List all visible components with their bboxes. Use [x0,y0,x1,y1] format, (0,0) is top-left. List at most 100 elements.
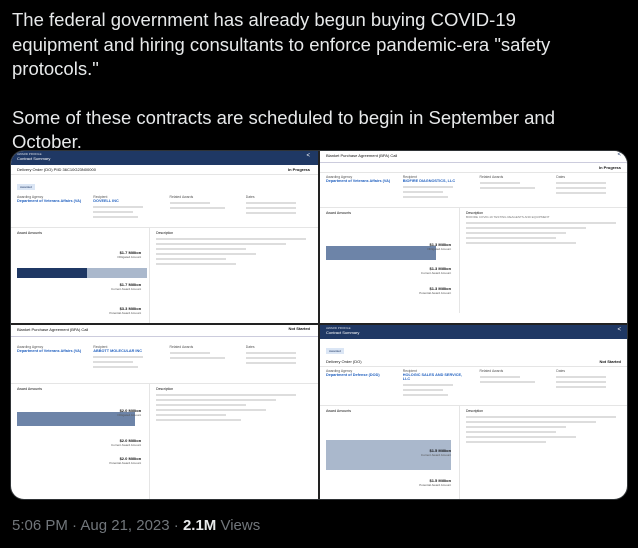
potential-label: Potential Award Amount [419,483,452,487]
related-lines [169,352,236,359]
award-details-row: Awarding Agency Department of Veterans A… [11,343,318,373]
obligated-label: Obligated Amount [117,413,142,417]
related-awards-label: Related Awards [479,369,504,373]
recipient-link[interactable]: DOVEELL INC [93,199,159,203]
current-label: Current Award Amount [111,287,142,291]
award-amounts-label: Award Amounts [326,211,352,215]
tweet-paragraph-2: Some of these contracts are scheduled to… [12,106,556,153]
current-label: Current Award Amount [420,453,452,457]
agency-link[interactable]: Department of Defense (DOD) [326,373,393,377]
dates-label: Dates [245,345,255,349]
award-order: Delivery Order (DO) PIID 36C10G23N00000 [17,167,96,172]
obligated-label: Obligated Amount [117,255,142,259]
potential-label: Potential Award Amount [109,461,142,465]
date-lines [245,352,312,364]
award-details-row: Awarding Agency Department of Veterans A… [11,193,318,223]
agency-link[interactable]: Department of Veterans Affairs (VA) [17,349,83,353]
potential-label: Potential Award Amount [419,291,452,295]
views-label: Views [216,517,261,534]
header-subtitle: AWARD PROFILE [326,326,351,330]
share-icon: < [306,153,310,159]
view-count: 2.1M [182,517,217,534]
potential-amount: $1.5 Million Potential Award Amount [419,478,451,487]
current-amount: $1.3 Million Current Award Amount [421,266,451,275]
dates-label: Dates [556,175,566,179]
description-section: Description [149,384,318,499]
panel-header: Blanket Purchase Agreement (BPA) Call No… [11,325,318,337]
award-details-row: Awarding Agency Department of Defense (D… [320,367,627,401]
amounts-section: Award Amounts $2.0 Million Obligated Amou… [11,383,318,499]
media-panel-bottom-left[interactable]: Blanket Purchase Agreement (BPA) Call No… [11,325,318,499]
award-amounts: Award Amounts $1.7 Million Obligated Amou… [11,228,149,323]
status-bar: In Progress [320,163,627,173]
potential-amount: $1.3 Million Potential Award Amount [419,286,451,295]
agency-link[interactable]: Department of Veterans Affairs (VA) [326,179,393,183]
tweet-media-grid[interactable]: AWARD PROFILE Contract Summary < Deliver… [10,150,628,500]
share-icon: < [617,327,621,333]
related-awards-label: Related Awards [479,175,504,179]
award-amounts-label: Award Amounts [326,409,352,413]
description-section: Description [459,406,627,499]
obligated-bar [326,246,436,260]
media-panel-bottom-right[interactable]: AWARD PROFILE Contract Summary < Awarded… [320,325,627,499]
description-section: Description [149,228,318,323]
date-lines [245,202,312,214]
header-title: Blanket Purchase Agreement (BPA) Call [17,327,89,332]
obligated-label: Obligated Amount [427,247,452,251]
panel-header: Blanket Purchase Agreement (BPA) Call < [320,151,627,163]
description-lines [156,394,312,421]
status-label: Not Started [599,359,621,364]
address-lines [93,356,159,368]
header-title: Blanket Purchase Agreement (BPA) Call [326,153,398,158]
tweet-timestamp[interactable]: 5:06 PM · Aug 21, 2023 · [12,517,183,534]
dates-label: Dates [556,369,566,373]
share-icon: < [617,152,621,158]
amounts-section: Award Amounts $1.3 Million Obligated Amou… [320,207,627,313]
description-label: Description [466,409,484,413]
header-title: Contract Summary [17,156,51,161]
related-lines [169,202,236,209]
address-lines [93,206,159,218]
header-title: Contract Summary [326,330,360,335]
award-order: Delivery Order (DO) [326,359,362,364]
current-amount: $1.5 Million Current Award Amount [421,448,451,457]
current-label: Current Award Amount [111,443,142,447]
media-panel-top-right[interactable]: Blanket Purchase Agreement (BPA) Call < … [320,151,627,323]
description-lines [466,222,623,244]
award-amounts-label: Award Amounts [17,231,43,235]
status-label: Not Started [288,326,310,331]
panel-header: AWARD PROFILE Contract Summary < [320,325,627,339]
award-amounts-label: Award Amounts [17,387,43,391]
amounts-section: Award Amounts $1.5 Million Current Award … [320,405,627,499]
obligated-amount: $2.0 Million Obligated Amount [117,408,141,417]
description-lines [466,416,623,443]
related-awards-label: Related Awards [169,195,194,199]
description-label: Description [156,387,174,391]
status-badge: Awarded [326,348,344,354]
agency-link[interactable]: Department of Veterans Affairs (VA) [17,199,83,203]
recipient-link[interactable]: BIOFIRE DIAGNOSTICS, LLC [403,179,470,183]
obligated-amount: $1.7 Million Obligated Amount [117,250,141,259]
award-details-row: Awarding Agency Department of Veterans A… [320,173,627,203]
media-panel-top-left[interactable]: AWARD PROFILE Contract Summary < Deliver… [11,151,318,323]
description-lines [156,238,312,265]
description-label: Description [156,231,174,235]
current-amount: $1.7 Million Current Award Amount [111,282,141,291]
tweet-footer: 5:06 PM · Aug 21, 2023 · 2.1M Views [12,517,260,534]
description-section: Description BIOFIRE COVID-19 TESTING REA… [459,208,627,313]
status-badge: Awarded [17,184,35,190]
amounts-section: Award Amounts $1.7 Million Obligated Amou… [11,227,318,323]
obligated-bar [17,268,87,278]
potential-amount: $2.0 Million Potential Award Amount [109,456,141,465]
award-order-bar: Delivery Order (DO) Not Started [320,357,627,367]
recipient-link[interactable]: ABBOTT MOLECULAR INC [93,349,159,353]
recipient-link[interactable]: HOLOGIC SALES AND SERVICE, LLC [403,373,470,381]
description-text: BIOFIRE COVID-19 TESTING REAGENTS AND EQ… [466,215,550,219]
tweet-paragraph-1: The federal government has already begun… [12,9,551,79]
potential-amount: $3.3 Million Potential Award Amount [109,306,141,315]
address-lines [402,186,470,198]
date-lines [556,182,623,194]
dates-label: Dates [245,195,255,199]
current-label: Current Award Amount [420,271,452,275]
header-subtitle: AWARD PROFILE [17,152,42,156]
